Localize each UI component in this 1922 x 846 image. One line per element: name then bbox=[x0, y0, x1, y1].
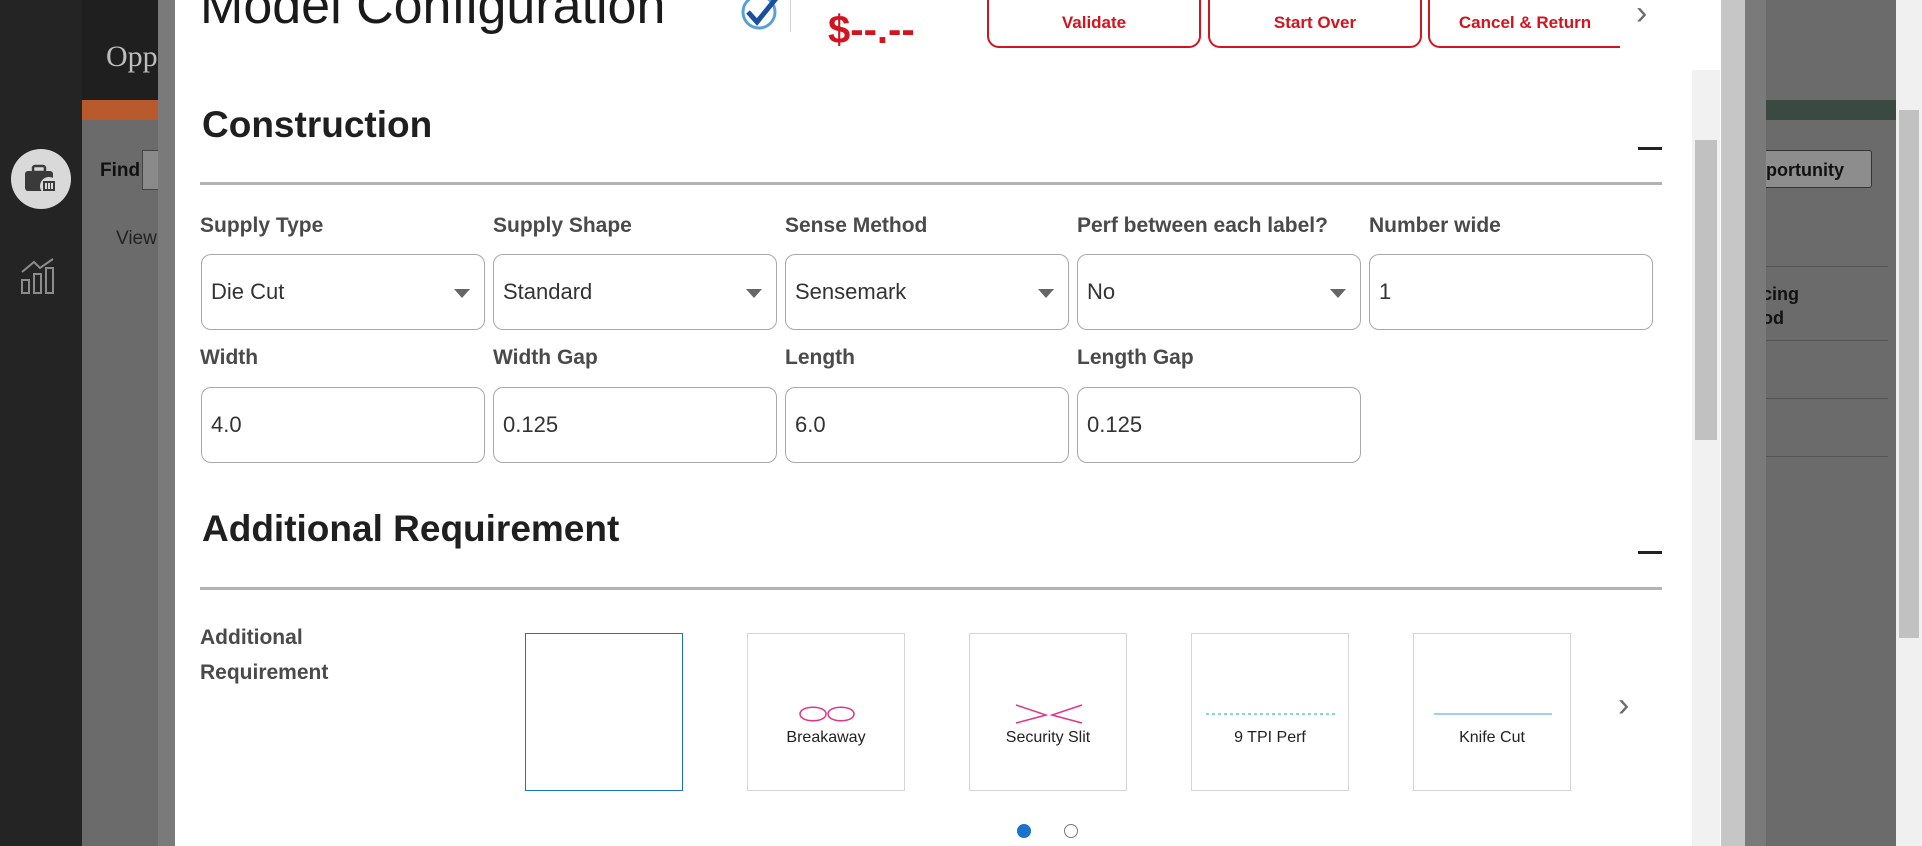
option-card-breakaway[interactable]: Breakaway bbox=[747, 633, 905, 791]
pricing-header-line2: od bbox=[1762, 308, 1784, 328]
table-divider bbox=[1762, 398, 1888, 399]
length-label: Length bbox=[785, 346, 855, 369]
pricing-header-line1: cing bbox=[1762, 284, 1800, 304]
length-gap-input[interactable]: 0.125 bbox=[1077, 387, 1361, 463]
background-app-title: Opp bbox=[106, 40, 158, 73]
supply-type-select[interactable]: Die Cut bbox=[201, 254, 485, 330]
sense-method-select[interactable]: Sensemark bbox=[785, 254, 1069, 330]
additional-requirement-label-line2: Requirement bbox=[200, 661, 329, 684]
security-slit-icon bbox=[1015, 704, 1083, 724]
option-card-knife-cut[interactable]: Knife Cut bbox=[1413, 633, 1571, 791]
number-wide-value: 1 bbox=[1379, 279, 1392, 304]
page-scrollbar-thumb[interactable] bbox=[1899, 110, 1919, 638]
caret-down-icon bbox=[1038, 289, 1054, 298]
number-wide-input[interactable]: 1 bbox=[1369, 254, 1653, 330]
perforation-icon bbox=[1206, 713, 1336, 715]
option-card-9-tpi-perf[interactable]: 9 TPI Perf bbox=[1191, 633, 1349, 791]
carousel-dot-2[interactable] bbox=[1064, 824, 1078, 838]
find-label: Find bbox=[100, 160, 141, 181]
modal-scrollbar-thumb[interactable] bbox=[1695, 140, 1717, 440]
option-card-security-slit[interactable]: Security Slit bbox=[969, 633, 1127, 791]
option-label: Knife Cut bbox=[1459, 729, 1525, 746]
pricing-method-header: cing od bbox=[1762, 282, 1799, 330]
caret-down-icon bbox=[746, 289, 762, 298]
option-label: Security Slit bbox=[1005, 729, 1091, 746]
length-gap-label: Length Gap bbox=[1077, 346, 1194, 369]
supply-type-value: Die Cut bbox=[211, 279, 285, 304]
supply-shape-value: Standard bbox=[503, 279, 593, 304]
knife-cut-icon bbox=[1434, 713, 1552, 715]
width-gap-value: 0.125 bbox=[503, 412, 559, 437]
left-rail bbox=[0, 0, 82, 846]
supply-shape-select[interactable]: Standard bbox=[493, 254, 777, 330]
option-card-none[interactable] bbox=[525, 633, 683, 791]
section-divider bbox=[200, 182, 1662, 185]
caret-down-icon bbox=[1330, 289, 1346, 298]
sense-method-label: Sense Method bbox=[785, 214, 928, 237]
validate-button[interactable]: Validate bbox=[987, 0, 1201, 48]
supply-shape-label: Supply Shape bbox=[493, 214, 632, 237]
perf-between-select[interactable]: No bbox=[1077, 254, 1361, 330]
create-opportunity-button[interactable]: pportunity bbox=[1748, 150, 1872, 188]
construction-section-title: Construction bbox=[202, 104, 433, 145]
table-divider bbox=[1762, 340, 1888, 341]
length-gap-value: 0.125 bbox=[1087, 412, 1143, 437]
page-title: Model Configuration bbox=[200, 0, 666, 35]
perf-between-label: Perf between each label? bbox=[1077, 214, 1328, 237]
width-value: 4.0 bbox=[211, 412, 242, 437]
section-divider bbox=[200, 587, 1662, 590]
additional-requirement-label: Additional Requirement bbox=[200, 620, 328, 690]
carousel-dot-1[interactable] bbox=[1017, 824, 1031, 838]
width-label: Width bbox=[200, 346, 259, 369]
background-banner-image bbox=[1762, 100, 1912, 120]
table-divider bbox=[1762, 266, 1888, 267]
chevron-right-icon[interactable]: › bbox=[1636, 0, 1647, 33]
width-gap-label: Width Gap bbox=[493, 346, 598, 369]
perf-between-value: No bbox=[1087, 279, 1116, 304]
breakaway-icon bbox=[799, 706, 855, 722]
length-value: 6.0 bbox=[795, 412, 826, 437]
cancel-return-button[interactable]: Cancel & Return bbox=[1428, 0, 1620, 48]
table-divider bbox=[1762, 456, 1888, 457]
briefcase-icon[interactable] bbox=[11, 149, 71, 209]
validated-check-icon bbox=[741, 0, 778, 30]
sense-method-value: Sensemark bbox=[795, 279, 907, 304]
header-divider bbox=[790, 0, 791, 32]
collapse-construction-icon[interactable] bbox=[1638, 147, 1662, 150]
carousel-next-icon[interactable]: › bbox=[1618, 686, 1629, 725]
collapse-additional-icon[interactable] bbox=[1638, 551, 1662, 554]
caret-down-icon bbox=[454, 289, 470, 298]
supply-type-label: Supply Type bbox=[200, 214, 324, 237]
modal-gutter bbox=[1721, 0, 1745, 846]
total-price: $--.-- bbox=[828, 8, 915, 52]
view-label: View bbox=[116, 228, 157, 249]
length-input[interactable]: 6.0 bbox=[785, 387, 1069, 463]
analytics-icon[interactable] bbox=[20, 258, 56, 294]
additional-requirement-section-title: Additional Requirement bbox=[202, 508, 620, 549]
additional-requirement-label-line1: Additional bbox=[200, 626, 303, 649]
option-label: 9 TPI Perf bbox=[1234, 729, 1306, 746]
width-input[interactable]: 4.0 bbox=[201, 387, 485, 463]
width-gap-input[interactable]: 0.125 bbox=[493, 387, 777, 463]
option-label: Breakaway bbox=[786, 729, 866, 746]
number-wide-label: Number wide bbox=[1369, 214, 1501, 237]
start-over-button[interactable]: Start Over bbox=[1208, 0, 1422, 48]
